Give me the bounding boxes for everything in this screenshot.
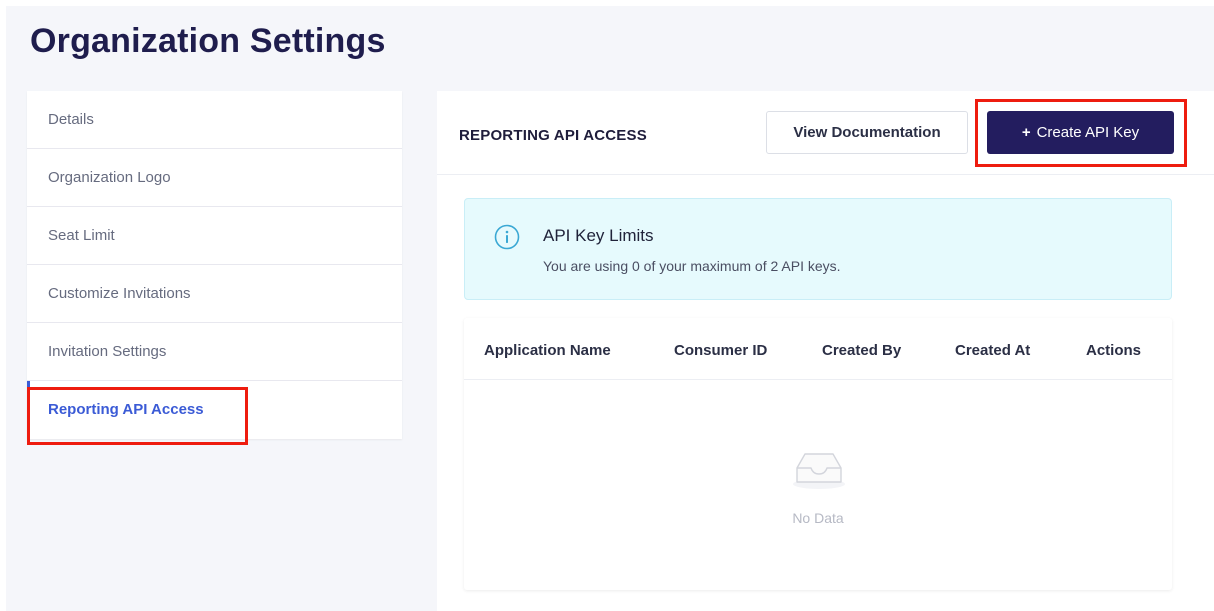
- section-title: REPORTING API ACCESS: [459, 127, 647, 144]
- settings-sidebar: Details Organization Logo Seat Limit Cus…: [27, 91, 402, 439]
- column-header-application-name[interactable]: Application Name: [484, 342, 611, 359]
- sidebar-item-customize-invitations[interactable]: Customize Invitations: [27, 265, 402, 323]
- panel-header: REPORTING API ACCESS View Documentation …: [437, 91, 1214, 175]
- sidebar-item-label: Organization Logo: [48, 169, 171, 186]
- info-circle-icon: [494, 224, 520, 250]
- sidebar-item-label: Invitation Settings: [48, 343, 167, 360]
- table-header: Application Name Consumer ID Created By …: [464, 318, 1172, 380]
- sidebar-item-details[interactable]: Details: [27, 91, 402, 149]
- view-documentation-button[interactable]: View Documentation: [766, 111, 968, 154]
- empty-inbox-icon: [793, 453, 845, 489]
- sidebar-item-label: Customize Invitations: [48, 285, 191, 302]
- page: Organization Settings Details Organizati…: [0, 0, 1214, 611]
- sidebar-item-label: Reporting API Access: [48, 401, 204, 418]
- column-header-consumer-id[interactable]: Consumer ID: [674, 342, 767, 359]
- empty-state-text: No Data: [792, 510, 844, 526]
- alert-description: You are using 0 of your maximum of 2 API…: [543, 258, 841, 274]
- column-header-actions[interactable]: Actions: [1086, 342, 1141, 359]
- page-title: Organization Settings: [30, 22, 386, 60]
- plus-icon: +: [1021, 124, 1031, 141]
- create-api-key-button[interactable]: + Create API Key: [987, 111, 1174, 154]
- create-api-key-label: Create API Key: [1036, 124, 1140, 141]
- sidebar-item-seat-limit[interactable]: Seat Limit: [27, 207, 402, 265]
- view-documentation-label: View Documentation: [793, 124, 941, 141]
- api-keys-table: Application Name Consumer ID Created By …: [464, 318, 1172, 590]
- api-key-limits-alert: API Key Limits You are using 0 of your m…: [464, 198, 1172, 300]
- sidebar-item-label: Details: [48, 111, 94, 128]
- sidebar-item-label: Seat Limit: [48, 227, 115, 244]
- column-header-created-by[interactable]: Created By: [822, 342, 901, 359]
- sidebar-item-organization-logo[interactable]: Organization Logo: [27, 149, 402, 207]
- alert-title: API Key Limits: [543, 226, 654, 245]
- reporting-api-panel: REPORTING API ACCESS View Documentation …: [437, 91, 1214, 611]
- sidebar-item-reporting-api-access[interactable]: Reporting API Access: [27, 381, 402, 439]
- settings-page: Organization Settings Details Organizati…: [6, 6, 1214, 611]
- sidebar-item-invitation-settings[interactable]: Invitation Settings: [27, 323, 402, 381]
- column-header-created-at[interactable]: Created At: [955, 342, 1030, 359]
